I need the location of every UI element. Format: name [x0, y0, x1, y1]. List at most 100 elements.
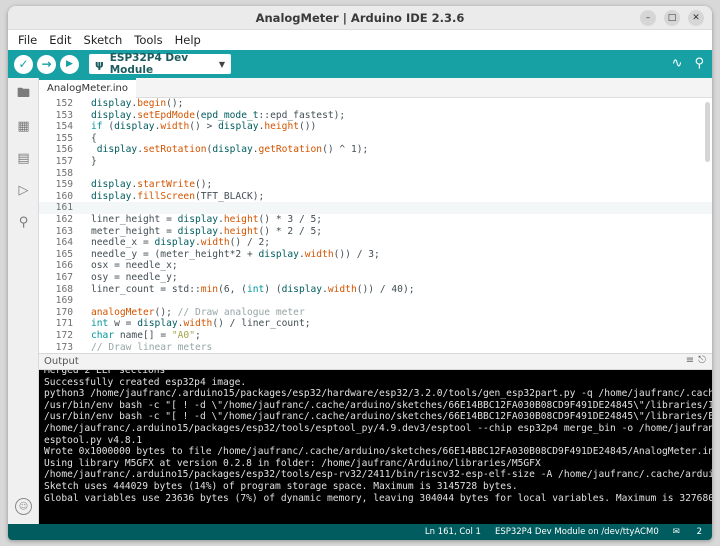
code-line[interactable]: 152 display.begin(); — [39, 98, 712, 110]
code-line[interactable]: 156 display.setRotation(display.getRotat… — [39, 144, 712, 156]
verify-button[interactable]: ✓ — [14, 54, 33, 74]
boards-icon[interactable]: ▦ — [15, 118, 32, 135]
code-text: display.setRotation(display.getRotation(… — [96, 144, 369, 156]
line-number: 164 — [55, 237, 73, 249]
line-number: 160 — [55, 190, 73, 202]
notification-count: 2 — [696, 527, 702, 537]
code-text: char name[] = "A0"; — [91, 330, 201, 341]
tab-analogmeter[interactable]: AnalogMeter.ino — [39, 78, 137, 98]
maximize-icon[interactable]: □ — [664, 10, 680, 26]
menu-edit[interactable]: Edit — [43, 33, 77, 47]
code-line[interactable]: 173 // Draw linear meters — [39, 342, 712, 353]
line-number: 165 — [55, 248, 73, 260]
code-text: analogMeter(); // Draw analogue meter — [91, 306, 305, 318]
output-line: Merged 2 ELF sections — [44, 370, 166, 376]
debug-button[interactable]: ▶ — [60, 54, 79, 74]
title-bar: AnalogMeter | Arduino IDE 2.3.6 – □ ✕ — [8, 6, 712, 30]
clear-output-icon[interactable]: ≡ — [686, 355, 694, 366]
check-icon: ✓ — [18, 57, 29, 71]
board-selector[interactable]: ψ ESP32P4 Dev Module ▼ — [89, 52, 231, 76]
menu-sketch[interactable]: Sketch — [78, 33, 129, 47]
code-line[interactable]: 169 — [39, 295, 712, 307]
close-icon[interactable]: ✕ — [688, 10, 704, 26]
code-line[interactable]: 170 analogMeter(); // Draw analogue meter — [39, 307, 712, 319]
code-editor[interactable]: 152 display.begin(); 153 display.setEpdMode… — [39, 98, 712, 353]
serial-monitor-icon[interactable]: ⚲ — [694, 56, 704, 71]
code-line[interactable]: 164 needle_x = display.width() / 2; — [39, 237, 712, 249]
minimize-icon[interactable]: – — [640, 10, 656, 26]
line-number: 173 — [55, 341, 73, 353]
code-line[interactable]: 158 — [39, 168, 712, 180]
output-line: /home/jaufranc/.arduino15/packages/esp32… — [44, 423, 712, 434]
code-text: display.begin(); — [91, 98, 184, 109]
code-text: needle_y = (meter_height*2 + display.wid… — [91, 248, 380, 260]
debug-icon: ▶ — [66, 59, 73, 69]
cursor-position[interactable]: Ln 161, Col 1 — [425, 527, 481, 537]
code-line[interactable]: 159 display.startWrite(); — [39, 179, 712, 191]
search-icon[interactable]: ⚲ — [15, 214, 32, 231]
line-number: 170 — [55, 306, 73, 318]
line-number: 163 — [55, 225, 73, 237]
toolbar: ✓ → ▶ ψ ESP32P4 Dev Module ▼ ∿ ⚲ — [8, 50, 712, 78]
account-icon[interactable]: ☺ — [15, 498, 32, 515]
code-line[interactable]: 166 osx = needle_x; — [39, 260, 712, 272]
menu-file[interactable]: File — [12, 33, 43, 47]
activity-sidebar: 🖿 ▦ ▤ ▷ ⚲ ☺ — [8, 78, 39, 524]
code-line[interactable]: 165 needle_y = (meter_height*2 + display.… — [39, 249, 712, 261]
line-number: 171 — [55, 318, 73, 330]
code-line[interactable]: 161 — [39, 202, 712, 214]
output-line: python3 /home/jaufranc/.arduino15/packag… — [44, 388, 712, 400]
code-text: display.fillScreen(TFT_BLACK); — [91, 190, 265, 202]
code-text: osy = needle_y; — [91, 272, 178, 283]
notifications-icon[interactable]: ✉ 2 — [673, 527, 702, 537]
code-line[interactable]: 171 int w = display.width() / liner_count… — [39, 318, 712, 330]
output-console[interactable]: Merged 2 ELF sections Successfully create… — [39, 370, 712, 524]
code-line[interactable]: 154 if (display.width() > display.height(… — [39, 121, 712, 133]
code-text: liner_height = display.height() * 3 / 5; — [91, 214, 323, 225]
code-line[interactable]: 160 display.fillScreen(TFT_BLACK); — [39, 191, 712, 203]
output-line: Wrote 0x1000000 bytes to file /home/jauf… — [44, 446, 712, 458]
code-line[interactable]: 163 meter_height = display.height() * 2 /… — [39, 226, 712, 238]
menu-bar: File Edit Sketch Tools Help — [8, 30, 712, 50]
code-line[interactable]: 168 liner_count = std::min(6, (int) (disp… — [39, 284, 712, 296]
status-bar: Ln 161, Col 1 ESP32P4 Dev Module on /dev… — [8, 524, 712, 540]
arrow-right-icon: → — [41, 57, 52, 71]
code-text: if (display.width() > display.height()) — [91, 121, 317, 133]
code-text: osx = needle_x; — [91, 260, 178, 272]
lock-icon[interactable]: ⎋ — [698, 355, 706, 366]
code-text: display.setEpdMode(epd_mode_t::epd_faste… — [91, 109, 346, 121]
usb-icon: ψ — [95, 57, 104, 71]
board-port-status[interactable]: ESP32P4 Dev Module on /dev/ttyACM0 — [495, 527, 659, 537]
upload-button[interactable]: → — [37, 54, 56, 74]
output-line: /usr/bin/env bash -c "[ ! -d \"/home/jau… — [44, 399, 712, 411]
library-icon[interactable]: ▤ — [15, 150, 32, 167]
code-line[interactable]: 172 char name[] = "A0"; — [39, 330, 712, 342]
output-line: Successfully created esp32p4 image. — [44, 376, 247, 388]
code-line[interactable]: 155 { — [39, 133, 712, 145]
serial-plotter-icon[interactable]: ∿ — [672, 56, 683, 71]
output-line: /usr/bin/env bash -c "[ ! -d \"/home/jau… — [44, 411, 712, 423]
line-number: 167 — [55, 272, 73, 283]
line-number: 159 — [55, 179, 73, 191]
output-line: esptool.py v4.8.1 — [44, 434, 143, 446]
code-text: display.startWrite(); — [91, 179, 213, 191]
code-line[interactable]: 167 osy = needle_y; — [39, 272, 712, 284]
board-selector-label: ESP32P4 Dev Module — [109, 52, 189, 76]
menu-tools[interactable]: Tools — [128, 33, 168, 47]
code-line[interactable]: 157} — [39, 156, 712, 168]
output-title: Output — [44, 356, 79, 367]
line-number: 157 — [55, 156, 73, 167]
code-line[interactable]: 162 liner_height = display.height() * 3 /… — [39, 214, 712, 226]
debug-icon[interactable]: ▷ — [15, 182, 32, 199]
output-header: Output ≡ ⎋ — [39, 353, 712, 370]
line-number: 152 — [55, 98, 73, 109]
code-text: meter_height = display.height() * 2 / 5; — [91, 225, 323, 237]
code-line[interactable]: 153 display.setEpdMode(epd_mode_t::epd_fa… — [39, 110, 712, 122]
output-line: Global variables use 23636 bytes (7%) of… — [44, 492, 712, 504]
code-text: int w = display.width() / liner_count; — [91, 318, 311, 330]
ide-window: AnalogMeter | Arduino IDE 2.3.6 – □ ✕ Fi… — [8, 6, 712, 540]
line-number: 161 — [55, 202, 73, 214]
line-number: 166 — [55, 260, 73, 272]
menu-help[interactable]: Help — [169, 33, 207, 47]
folder-icon[interactable]: 🖿 — [15, 86, 32, 103]
